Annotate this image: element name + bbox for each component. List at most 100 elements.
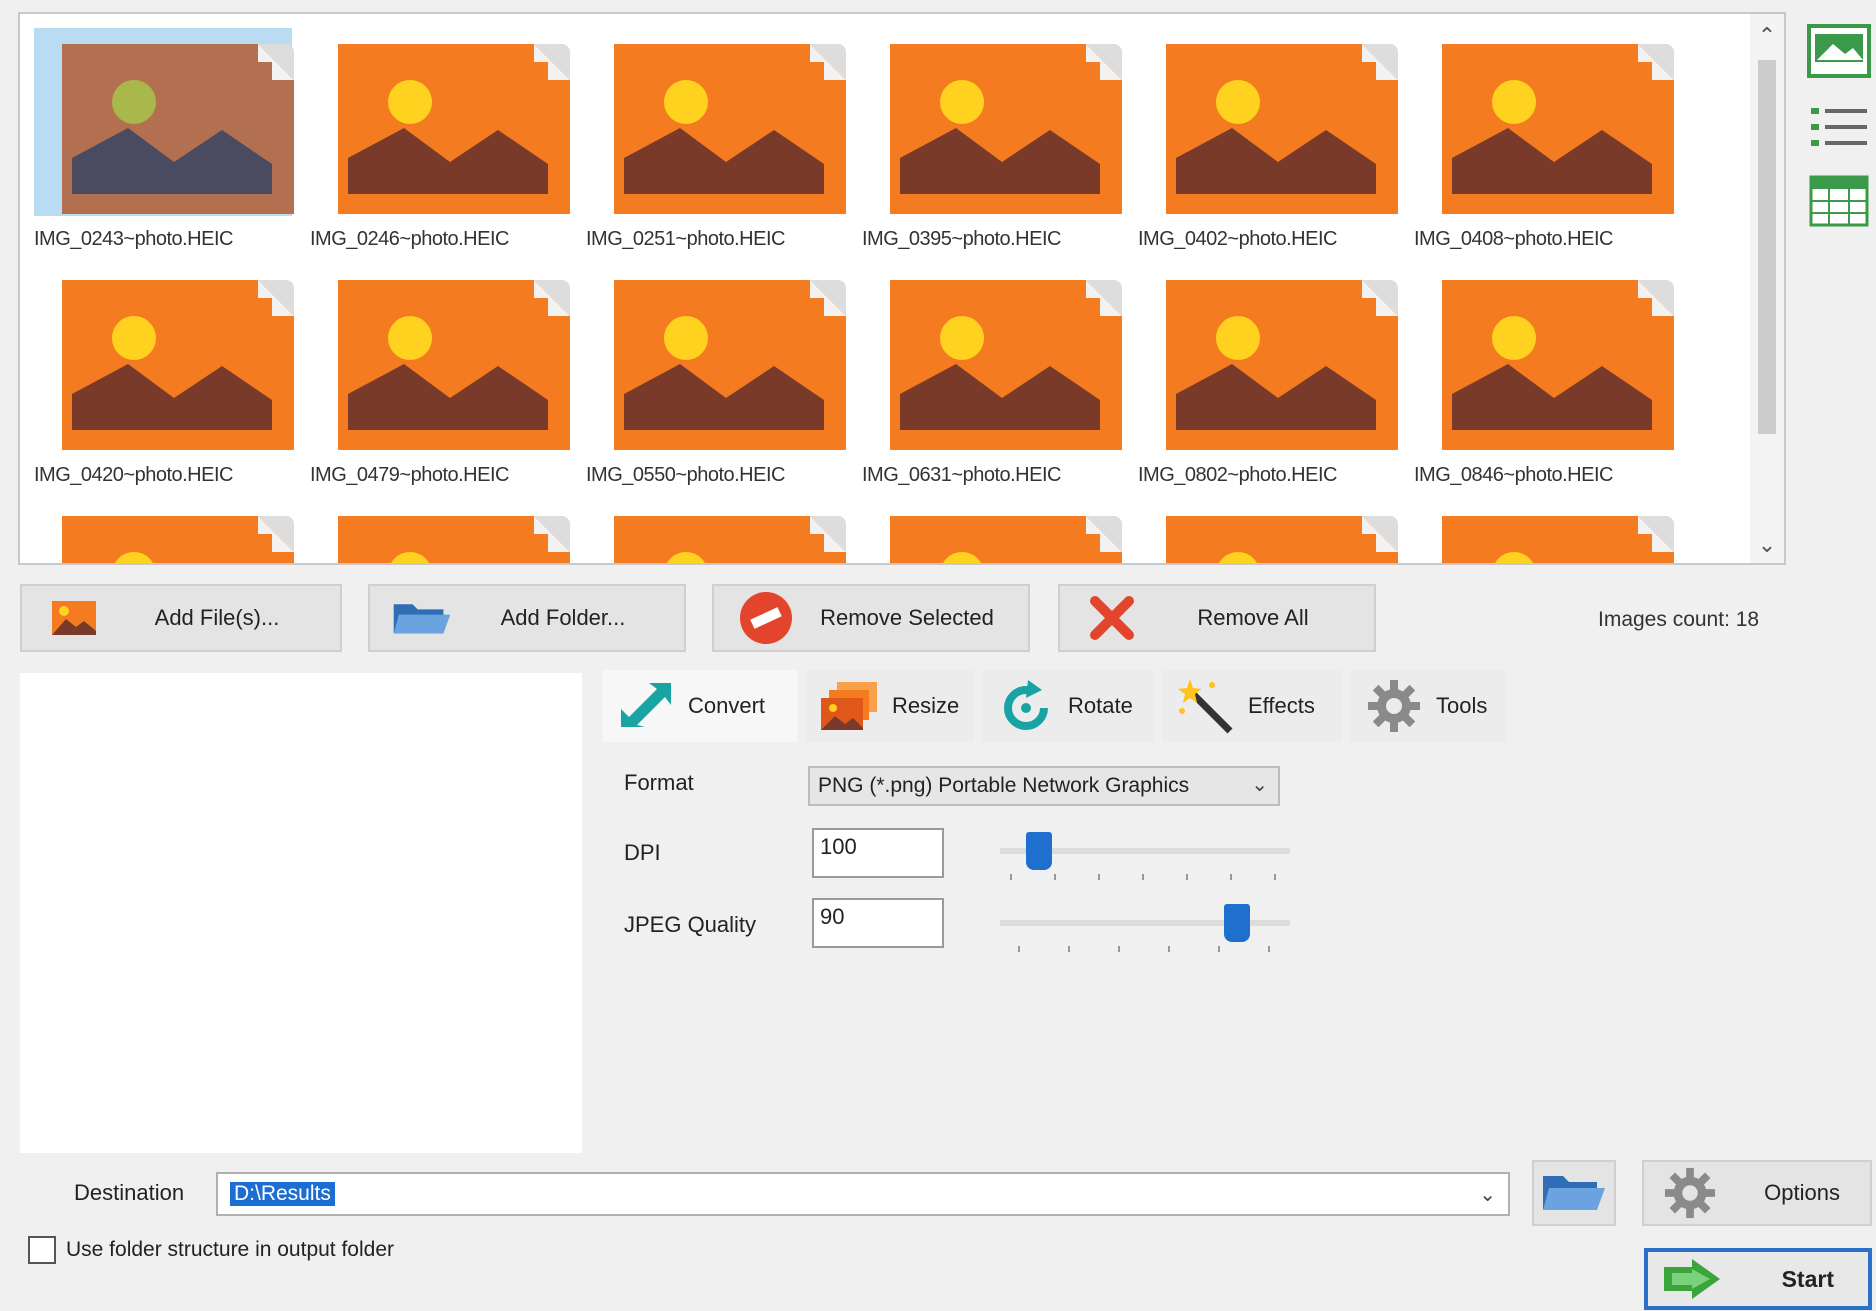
thumbnail-item[interactable]: IMG_0251~photo.HEIC (586, 28, 846, 260)
thumbnail-item[interactable]: IMG_0846~photo.HEIC (1414, 264, 1674, 496)
jpeg-slider-handle[interactable] (1224, 904, 1250, 942)
image-file-icon (338, 44, 570, 214)
dpi-slider-ticks (1010, 874, 1276, 880)
add-files-button[interactable]: Add File(s)... (20, 584, 342, 652)
thumbnail-item[interactable] (1138, 500, 1398, 563)
image-gallery[interactable]: IMG_0243~photo.HEIC IMG_0246~photo.HEIC IM… (18, 12, 1786, 565)
image-file-icon (1166, 280, 1398, 450)
add-folder-label: Add Folder... (500, 605, 626, 630)
thumbnail-label: IMG_0846~photo.HEIC (1414, 464, 1613, 486)
thumbnail-frame (586, 500, 846, 563)
use-folder-structure-checkbox[interactable] (28, 1236, 56, 1264)
tab-rotate-label: Rotate (1068, 693, 1133, 718)
image-file-icon (62, 280, 294, 450)
thumbnail-label: IMG_0246~photo.HEIC (310, 228, 509, 250)
thumbnail-frame (34, 500, 294, 563)
dpi-slider[interactable] (1000, 832, 1290, 892)
remove-selected-button[interactable]: Remove Selected (712, 584, 1030, 652)
table-view-icon[interactable] (1804, 170, 1874, 232)
thumbnail-frame (586, 264, 846, 452)
thumbnail-item[interactable] (310, 500, 570, 563)
image-file-icon (614, 44, 846, 214)
thumbnail-frame (310, 264, 570, 452)
dpi-slider-handle[interactable] (1026, 832, 1052, 870)
thumbnail-item[interactable]: IMG_0631~photo.HEIC (862, 264, 1122, 496)
use-folder-structure-option[interactable]: Use folder structure in output folder (28, 1236, 394, 1264)
thumbnail-frame (862, 264, 1122, 452)
thumbnail-item[interactable]: IMG_0802~photo.HEIC (1138, 264, 1398, 496)
magic-wand-icon (1174, 678, 1238, 734)
scroll-down-arrow-icon[interactable]: ⌄ (1750, 529, 1784, 561)
tab-convert-label: Convert (688, 693, 766, 718)
image-preview-pane (20, 673, 582, 1153)
thumbnail-label: IMG_0395~photo.HEIC (862, 228, 1061, 250)
thumbnail-item[interactable] (862, 500, 1122, 563)
browse-folder-button[interactable] (1532, 1160, 1616, 1226)
tab-convert[interactable]: Convert (602, 670, 798, 742)
tab-effects[interactable]: Effects (1162, 670, 1342, 742)
image-file-icon (338, 280, 570, 450)
destination-combobox[interactable]: D:\Results ⌄ (216, 1172, 1510, 1216)
thumbnail-frame (1414, 500, 1674, 563)
image-file-icon (1166, 44, 1398, 214)
list-view-icon[interactable] (1804, 96, 1874, 158)
thumbnails-view-icon[interactable] (1804, 20, 1874, 82)
thumbnail-item[interactable] (586, 500, 846, 563)
thumbnail-item[interactable]: IMG_0479~photo.HEIC (310, 264, 570, 496)
add-folder-button[interactable]: Add Folder... (368, 584, 686, 652)
thumbnail-item[interactable] (1414, 500, 1674, 563)
thumbnail-frame (862, 500, 1122, 563)
chevron-down-icon[interactable]: ⌄ (1479, 1182, 1496, 1207)
thumbnail-frame (586, 28, 846, 216)
thumbnail-item[interactable]: IMG_0395~photo.HEIC (862, 28, 1122, 260)
jpeg-quality-input[interactable]: 90 (812, 898, 944, 948)
thumbnail-frame (1414, 28, 1674, 216)
thumbnail-item[interactable] (34, 500, 294, 563)
format-value: PNG (*.png) Portable Network Graphics (818, 774, 1190, 797)
image-file-icon (62, 44, 294, 214)
destination-label: Destination (74, 1180, 185, 1205)
tab-resize[interactable]: Resize (806, 670, 974, 742)
scroll-thumb[interactable] (1758, 60, 1776, 434)
image-file-icon (1442, 516, 1674, 563)
jpeg-quality-slider[interactable] (1000, 904, 1290, 964)
tab-tools[interactable]: Tools (1350, 670, 1506, 742)
red-x-icon (1082, 593, 1142, 643)
tab-tools-label: Tools (1436, 693, 1488, 718)
format-select[interactable]: PNG (*.png) Portable Network Graphics ⌄ (808, 766, 1280, 806)
start-label: Start (1781, 1265, 1834, 1292)
jpeg-quality-label: JPEG Quality (624, 912, 757, 937)
folder-icon (392, 593, 452, 643)
add-image-icon (44, 593, 104, 643)
format-label: Format (624, 770, 694, 795)
thumbnail-label: IMG_0251~photo.HEIC (586, 228, 785, 250)
thumbnail-item[interactable]: IMG_0402~photo.HEIC (1138, 28, 1398, 260)
tab-effects-label: Effects (1248, 693, 1315, 718)
gallery-scrollbar[interactable]: ⌃ ⌄ (1750, 14, 1784, 563)
convert-arrows-icon (614, 678, 678, 734)
scroll-up-arrow-icon[interactable]: ⌃ (1750, 20, 1784, 52)
thumbnail-item[interactable]: IMG_0420~photo.HEIC (34, 264, 294, 496)
remove-all-button[interactable]: Remove All (1058, 584, 1376, 652)
rotate-icon (994, 678, 1058, 734)
start-button[interactable]: Start (1644, 1248, 1872, 1310)
thumbnail-item[interactable]: IMG_0408~photo.HEIC (1414, 28, 1674, 260)
thumbnail-item[interactable]: IMG_0243~photo.HEIC (34, 28, 294, 260)
chevron-down-icon: ⌄ (1251, 774, 1268, 796)
options-button[interactable]: Options (1642, 1160, 1872, 1226)
no-entry-icon (736, 592, 796, 644)
thumbnail-frame (1138, 500, 1398, 563)
thumbnail-item[interactable]: IMG_0246~photo.HEIC (310, 28, 570, 260)
green-arrow-icon (1660, 1254, 1724, 1304)
thumbnail-item[interactable]: IMG_0550~photo.HEIC (586, 264, 846, 496)
image-file-icon (614, 280, 846, 450)
thumbnail-label: IMG_0402~photo.HEIC (1138, 228, 1337, 250)
image-file-icon (1442, 44, 1674, 214)
thumbnail-label: IMG_0631~photo.HEIC (862, 464, 1061, 486)
dpi-input[interactable]: 100 (812, 828, 944, 878)
images-count: Images count: 18 (1598, 608, 1760, 631)
options-label: Options (1764, 1180, 1840, 1205)
tab-rotate[interactable]: Rotate (982, 670, 1154, 742)
thumbnail-frame (862, 28, 1122, 216)
gear-icon (1658, 1165, 1722, 1221)
